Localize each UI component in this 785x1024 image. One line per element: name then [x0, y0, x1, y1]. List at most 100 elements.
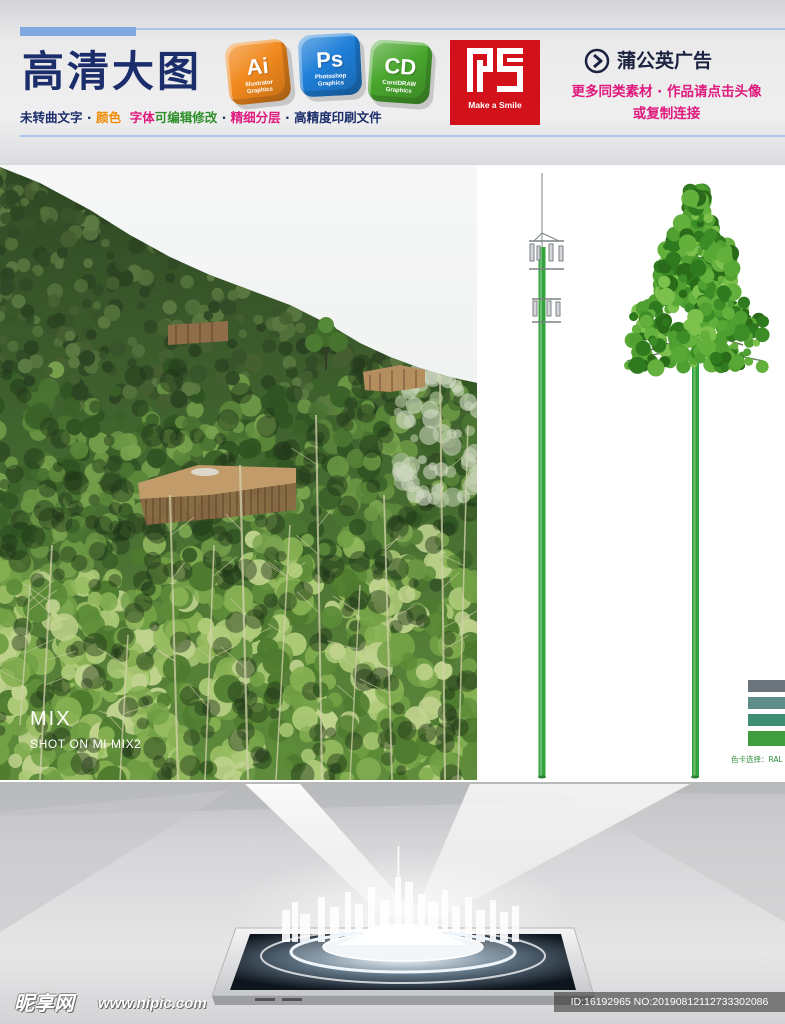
- leaf-cluster: [682, 189, 700, 207]
- foliage-blob: [6, 578, 23, 596]
- foliage-blob: [305, 355, 319, 369]
- foliage-shadow: [348, 550, 371, 573]
- illustrator-icon: Ai Illustrator Graphics: [223, 37, 293, 107]
- foliage-shadow: [5, 464, 24, 483]
- foliage-blob: [363, 506, 379, 522]
- foliage-blob: [257, 638, 279, 660]
- foliage-blob: [71, 210, 86, 226]
- foliage-shadow: [344, 396, 358, 410]
- foliage-blob: [92, 301, 101, 310]
- leaf-cluster: [720, 351, 732, 363]
- foliage-blob: [131, 344, 146, 358]
- foliage-shadow: [256, 415, 279, 438]
- foliage-blob: [377, 640, 404, 668]
- foliage-shadow: [337, 495, 359, 517]
- foliage-shadow: [183, 729, 201, 746]
- feature-text: 高精度印刷文件: [294, 110, 382, 125]
- foliage-blob: [327, 455, 349, 478]
- camera-watermark-title: MIX: [30, 708, 72, 730]
- color-swatch: [748, 697, 785, 709]
- site-watermark-url: www.nipic.com: [98, 995, 207, 1012]
- foliage-blob: [115, 257, 130, 273]
- haze-foliage: [452, 385, 465, 397]
- foliage-shadow: [118, 697, 139, 718]
- photoshop-icon: Ps Photoshop Graphics: [297, 32, 363, 98]
- leaf-cluster: [720, 363, 730, 373]
- leaf-cluster: [658, 275, 671, 289]
- foliage-blob: [0, 212, 13, 225]
- foliage-shadow: [23, 448, 45, 470]
- leaf-cluster: [663, 242, 671, 250]
- foliage-blob: [349, 518, 366, 536]
- foliage-shadow: [285, 385, 303, 403]
- foliage-shadow: [71, 554, 88, 571]
- foliage-shadow: [33, 499, 56, 522]
- leaf-cluster: [716, 247, 733, 264]
- foliage-blob: [19, 278, 33, 292]
- foliage-shadow: [442, 522, 456, 536]
- foliage-blob: [50, 613, 79, 642]
- foliage-blob: [308, 401, 329, 422]
- leaf-cluster: [689, 259, 707, 277]
- leaf-cluster: [649, 337, 658, 346]
- product-panel: 色卡选择：RAL: [477, 165, 785, 782]
- foliage-shadow: [415, 614, 431, 629]
- foliage-shadow: [62, 470, 83, 491]
- leaf-cluster: [722, 307, 735, 320]
- foliage-shadow: [424, 536, 443, 554]
- logo-caption: Make a Smile: [468, 100, 522, 110]
- color-swatch: [748, 731, 785, 746]
- haze-foliage: [432, 423, 452, 444]
- foliage-shadow: [395, 765, 407, 776]
- feature-separator: ·: [280, 110, 295, 125]
- foliage-blob: [186, 401, 204, 419]
- foliage-shadow: [310, 505, 322, 517]
- foliage-shadow: [342, 419, 354, 431]
- foliage-blob: [11, 294, 26, 309]
- feature-text: 精细分层: [230, 110, 281, 125]
- foliage-blob: [220, 299, 237, 316]
- leaf-cluster: [755, 327, 770, 343]
- foliage-shadow: [366, 479, 381, 493]
- foliage-shadow: [357, 404, 376, 423]
- foliage-blob: [113, 410, 126, 424]
- swatch-label: 色卡选择：RAL: [731, 755, 783, 764]
- leaf-cluster: [671, 345, 688, 363]
- monogram-logo: Make a Smile: [450, 40, 540, 125]
- foliage-shadow: [429, 578, 443, 592]
- foliage-shadow: [326, 475, 348, 497]
- foliage-shadow: [244, 609, 265, 629]
- foliage-blob: [23, 340, 39, 356]
- foliage-blob: [71, 383, 89, 401]
- foliage-blob: [65, 343, 81, 358]
- leaf-cluster: [657, 287, 675, 305]
- leaf-cluster: [631, 324, 642, 335]
- foliage-blob: [108, 384, 122, 397]
- icon-caption: Photoshop Graphics: [314, 73, 347, 88]
- foliage-blob: [415, 663, 434, 681]
- foliage-blob: [317, 542, 331, 556]
- antenna-tower-pole: [529, 173, 564, 779]
- foliage-blob: [70, 441, 89, 460]
- foliage-blob: [337, 530, 355, 548]
- foliage-shadow: [265, 514, 285, 534]
- foliage-shadow: [344, 409, 356, 420]
- foliage-blob: [208, 593, 224, 610]
- poster: 高清大图 未转曲文字 · 颜色 字体可编辑修改 · 精细分层 · 高精度印刷文件…: [0, 0, 785, 1024]
- feature-text: 未转曲文字: [20, 110, 83, 125]
- foliage-blob: [253, 314, 264, 325]
- leaf-cluster: [716, 320, 728, 331]
- foliage-shadow: [255, 747, 270, 763]
- foliage-shadow: [263, 593, 279, 608]
- pole-illustrations: [529, 173, 770, 779]
- foliage-blob: [81, 299, 92, 309]
- foliage-blob: [120, 445, 136, 461]
- foliage-blob: [250, 362, 262, 373]
- foliage-blob: [83, 258, 93, 268]
- foliage-shadow: [0, 534, 18, 552]
- feature-separator: ·: [82, 110, 96, 125]
- foliage-blob: [146, 448, 167, 469]
- foliage-shadow: [38, 479, 57, 498]
- foliage-shadow: [70, 640, 86, 656]
- foliage-shadow: [50, 428, 71, 449]
